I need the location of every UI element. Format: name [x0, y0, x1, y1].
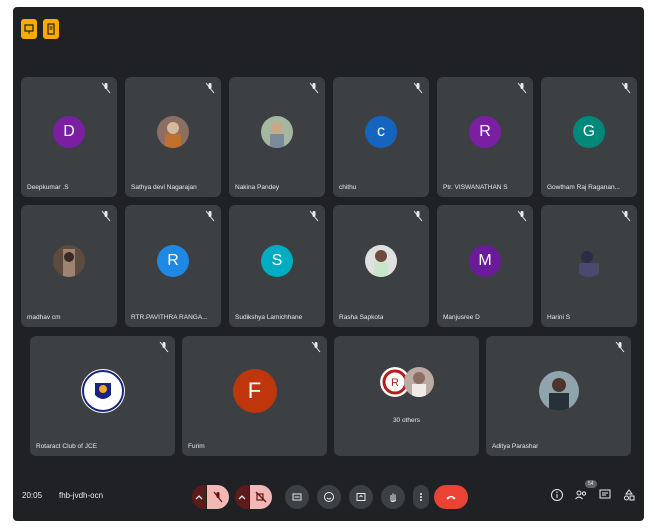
emoji-icon: [324, 492, 334, 502]
participant-tile[interactable]: G Gowtham Raj Raganan...: [541, 77, 637, 197]
mic-off-icon: [213, 491, 223, 503]
club-logo: [80, 369, 125, 414]
others-tile[interactable]: R 30 others: [334, 336, 479, 456]
participant-tile[interactable]: R RTR.PAVITHRA RANGA...: [125, 205, 221, 327]
participant-name: madhav cm: [27, 314, 61, 321]
participant-name: Harini S: [547, 314, 571, 321]
participant-name: Rasha Sapkota: [339, 314, 384, 321]
participant-name: Nakina Pandey: [235, 184, 280, 191]
activities-icon[interactable]: [622, 488, 636, 502]
participant-tile[interactable]: Harini S: [541, 205, 637, 327]
more-vert-icon: [420, 493, 422, 501]
more-options-button[interactable]: [413, 485, 429, 509]
participant-name: Sathya devi Nagarajan: [131, 184, 197, 191]
participant-tile[interactable]: F Furim: [182, 336, 327, 456]
emoji-button[interactable]: [317, 485, 341, 509]
participant-tile[interactable]: S Sudikshya Lamichhane: [229, 205, 325, 327]
chat-icon[interactable]: [598, 488, 612, 502]
participant-name: chithu: [339, 184, 357, 191]
phone-hangup-icon: [446, 496, 456, 500]
mic-off-icon: [517, 82, 527, 94]
info-icon[interactable]: [550, 488, 564, 502]
captions-icon: [292, 493, 302, 501]
mic-off-icon: [621, 210, 631, 222]
mic-toggle-button[interactable]: [207, 485, 229, 509]
chevron-up-icon: [238, 495, 246, 500]
avatar: D: [53, 116, 85, 149]
svg-text:R: R: [391, 377, 399, 389]
participant-name: Deepkumar .S: [27, 184, 69, 191]
camera-off-icon: [255, 491, 267, 503]
mic-off-icon: [101, 210, 111, 222]
mic-off-icon: [205, 210, 215, 222]
participant-tile[interactable]: D Deepkumar .S: [21, 77, 117, 197]
mic-off-icon: [517, 210, 527, 222]
meeting-code: fhb-jvdh-ocn: [59, 491, 104, 500]
mic-off-icon: [205, 82, 215, 94]
top-left-indicators: [21, 19, 59, 39]
mic-options-button[interactable]: [192, 485, 206, 509]
mic-off-icon: [309, 210, 319, 222]
participant-tile[interactable]: Aditya Parashar: [486, 336, 631, 456]
participant-tile[interactable]: c chithu: [333, 77, 429, 197]
others-avatars: R: [379, 366, 434, 397]
profile-photo: [538, 371, 579, 412]
avatar: c: [365, 116, 397, 149]
presentation-icon[interactable]: [21, 19, 37, 39]
captions-button[interactable]: [285, 485, 309, 509]
avatar: F: [232, 369, 277, 414]
participant-name: Furim: [188, 443, 205, 450]
chevron-up-icon: [195, 495, 203, 500]
participant-tile[interactable]: madhav cm: [21, 205, 117, 327]
camera-toggle-button[interactable]: [250, 485, 272, 509]
others-count: 30 others: [392, 417, 421, 424]
hand-icon: [390, 493, 397, 503]
avatar: R: [157, 245, 189, 278]
end-call-button[interactable]: [434, 485, 468, 509]
bottom-toolbar: 20:05 fhb-jvdh-ocn 54: [13, 477, 644, 521]
profile-photo: [261, 116, 293, 149]
clock: 20:05: [22, 491, 43, 500]
mic-off-icon: [159, 341, 169, 353]
document-icon[interactable]: [43, 19, 59, 39]
avatar: G: [573, 116, 605, 149]
participant-tile[interactable]: R Ptr. VISWANATHAN S: [437, 77, 533, 197]
participant-name: Rotaract Club of JCE: [36, 443, 98, 450]
camera-options-button[interactable]: [235, 485, 249, 509]
participant-tile[interactable]: Sathya devi Nagarajan: [125, 77, 221, 197]
mic-off-icon: [413, 82, 423, 94]
profile-photo: [53, 245, 85, 278]
participant-name: Gowtham Raj Raganan...: [547, 184, 620, 191]
mic-off-icon: [413, 210, 423, 222]
participant-tile[interactable]: Rasha Sapkota: [333, 205, 429, 327]
mic-off-icon: [615, 341, 625, 353]
mic-off-icon: [621, 82, 631, 94]
present-screen-icon: [356, 493, 366, 501]
raise-hand-button[interactable]: [381, 485, 405, 509]
present-button[interactable]: [349, 485, 373, 509]
participant-name: RTR.PAVITHRA RANGA...: [131, 314, 208, 321]
participant-tile[interactable]: M Manjusree D: [437, 205, 533, 327]
profile-photo: [157, 116, 189, 149]
profile-photo: [365, 245, 397, 278]
people-icon[interactable]: [574, 488, 588, 502]
participant-tile[interactable]: Nakina Pandey: [229, 77, 325, 197]
meeting-window: D Deepkumar .S Sathya devi Nagarajan Nak…: [13, 7, 644, 521]
mic-off-icon: [311, 341, 321, 353]
participant-count-badge: 54: [585, 480, 597, 488]
participant-name: Sudikshya Lamichhane: [235, 314, 303, 321]
mic-off-icon: [101, 82, 111, 94]
participant-name: Aditya Parashar: [492, 443, 539, 450]
profile-photo: [573, 245, 605, 278]
avatar: S: [261, 245, 293, 278]
avatar: M: [469, 245, 501, 278]
avatar: R: [469, 116, 501, 149]
participant-name: Manjusree D: [443, 314, 480, 321]
mic-off-icon: [309, 82, 319, 94]
participant-name: Ptr. VISWANATHAN S: [443, 184, 508, 191]
others-photo: [403, 366, 434, 397]
participant-tile[interactable]: Rotaract Club of JCE: [30, 336, 175, 456]
